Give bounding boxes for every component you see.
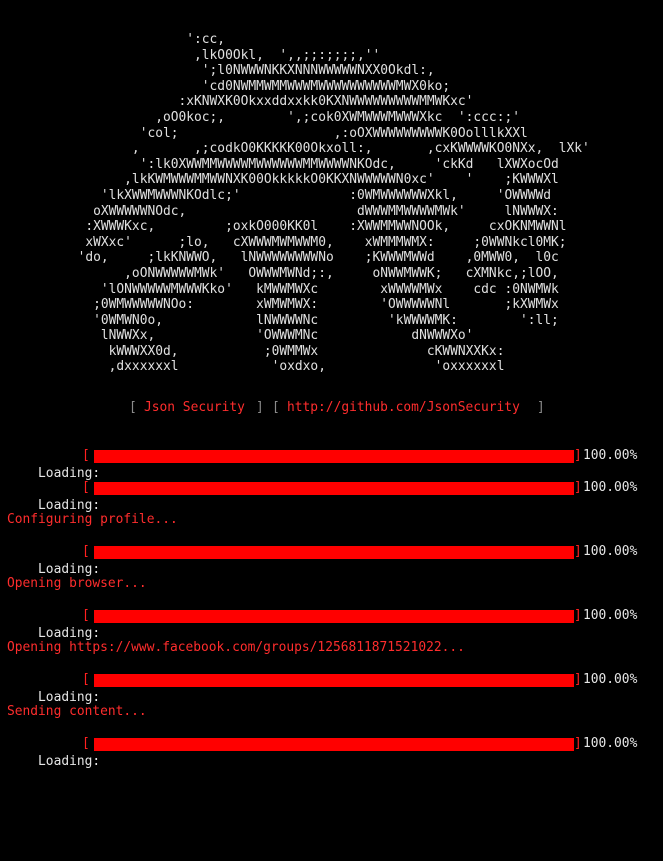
progress-bracket-open: [	[82, 448, 90, 463]
progress-bracket-open: [	[82, 544, 90, 559]
progress-row: Loading: [ ] 100.00%	[7, 607, 657, 641]
progress-bracket-open: [	[82, 672, 90, 687]
progress-row: Loading: [ ] 100.00%	[7, 671, 657, 705]
progress-bracket-close: ]	[574, 480, 582, 495]
credits-bracket-close-2: ]	[537, 400, 545, 415]
ascii-art-logo: ':cc, ,lkO0Okl, ',,;;:;;;;,'' ';l0NWWWNK…	[77, 32, 590, 375]
progress-track	[94, 482, 574, 495]
progress-percent: 100.00%	[583, 480, 638, 495]
progress-percent: 100.00%	[583, 608, 638, 623]
credits-github-url: http://github.com/JsonSecurity	[287, 400, 520, 415]
progress-bracket-close: ]	[574, 544, 582, 559]
progress-track	[94, 738, 574, 751]
credits-bracket-open-2: [	[272, 400, 280, 415]
progress-track	[94, 674, 574, 687]
status-message: Opening browser...	[7, 576, 147, 591]
progress-fill	[94, 450, 574, 463]
credits-author-name: Json Security	[144, 400, 245, 415]
terminal-window: ':cc, ,lkO0Okl, ',,;;:;;;;,'' ';l0NWWWNK…	[0, 0, 663, 769]
progress-bracket-open: [	[82, 480, 90, 495]
progress-fill	[94, 674, 574, 687]
progress-fill	[94, 738, 574, 751]
progress-fill	[94, 610, 574, 623]
progress-percent: 100.00%	[583, 448, 638, 463]
status-message: Opening https://www.facebook.com/groups/…	[7, 640, 465, 655]
credits-bracket-close-1: ]	[256, 400, 264, 415]
status-message: Configuring profile...	[7, 512, 178, 527]
progress-bracket-open: [	[82, 608, 90, 623]
progress-track	[94, 546, 574, 559]
progress-row: Loading: [ ] 100.00%	[7, 479, 657, 513]
progress-bracket-open: [	[82, 736, 90, 751]
progress-percent: 100.00%	[583, 736, 638, 751]
progress-row: Loading: [ ] 100.00%	[7, 447, 657, 481]
progress-track	[94, 610, 574, 623]
progress-row: Loading: [ ] 100.00%	[7, 735, 657, 769]
progress-row: Loading: [ ] 100.00%	[7, 543, 657, 577]
progress-track	[94, 450, 574, 463]
progress-bracket-close: ]	[574, 736, 582, 751]
progress-bracket-close: ]	[574, 448, 582, 463]
progress-bracket-close: ]	[574, 608, 582, 623]
progress-percent: 100.00%	[583, 544, 638, 559]
loading-label: Loading:	[38, 754, 101, 769]
progress-bracket-close: ]	[574, 672, 582, 687]
progress-percent: 100.00%	[583, 672, 638, 687]
progress-fill	[94, 482, 574, 495]
credits-bracket-open-1: [	[129, 400, 137, 415]
status-message: Sending content...	[7, 704, 147, 719]
progress-fill	[94, 546, 574, 559]
